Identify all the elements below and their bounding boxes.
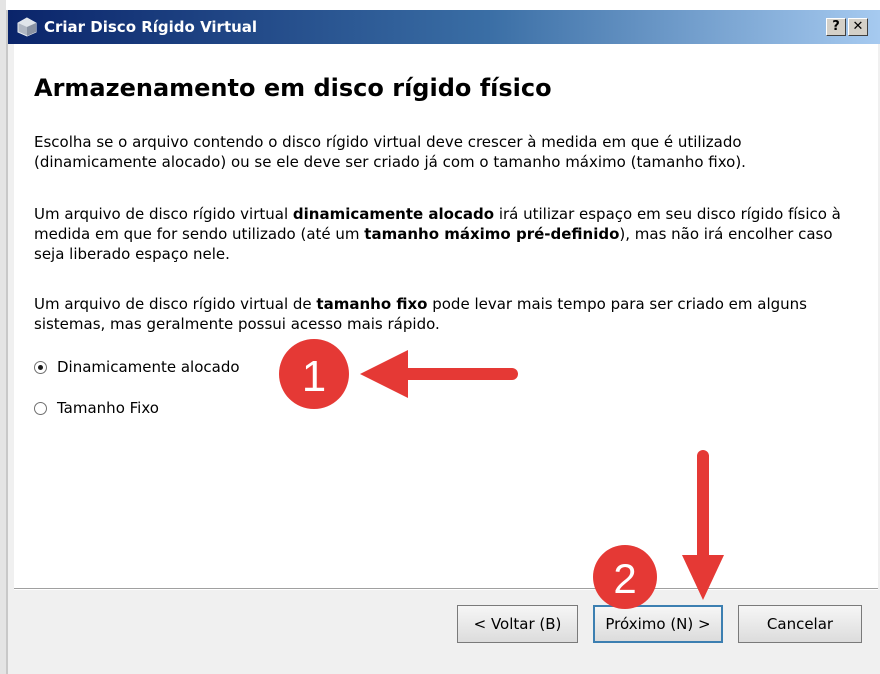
annotation-overlay: 1 2 [279,339,724,609]
arrow-1-head [360,350,408,398]
arrow-2-head [682,555,724,600]
marker-2-label: 2 [613,555,636,602]
marker-1-label: 1 [302,352,326,401]
